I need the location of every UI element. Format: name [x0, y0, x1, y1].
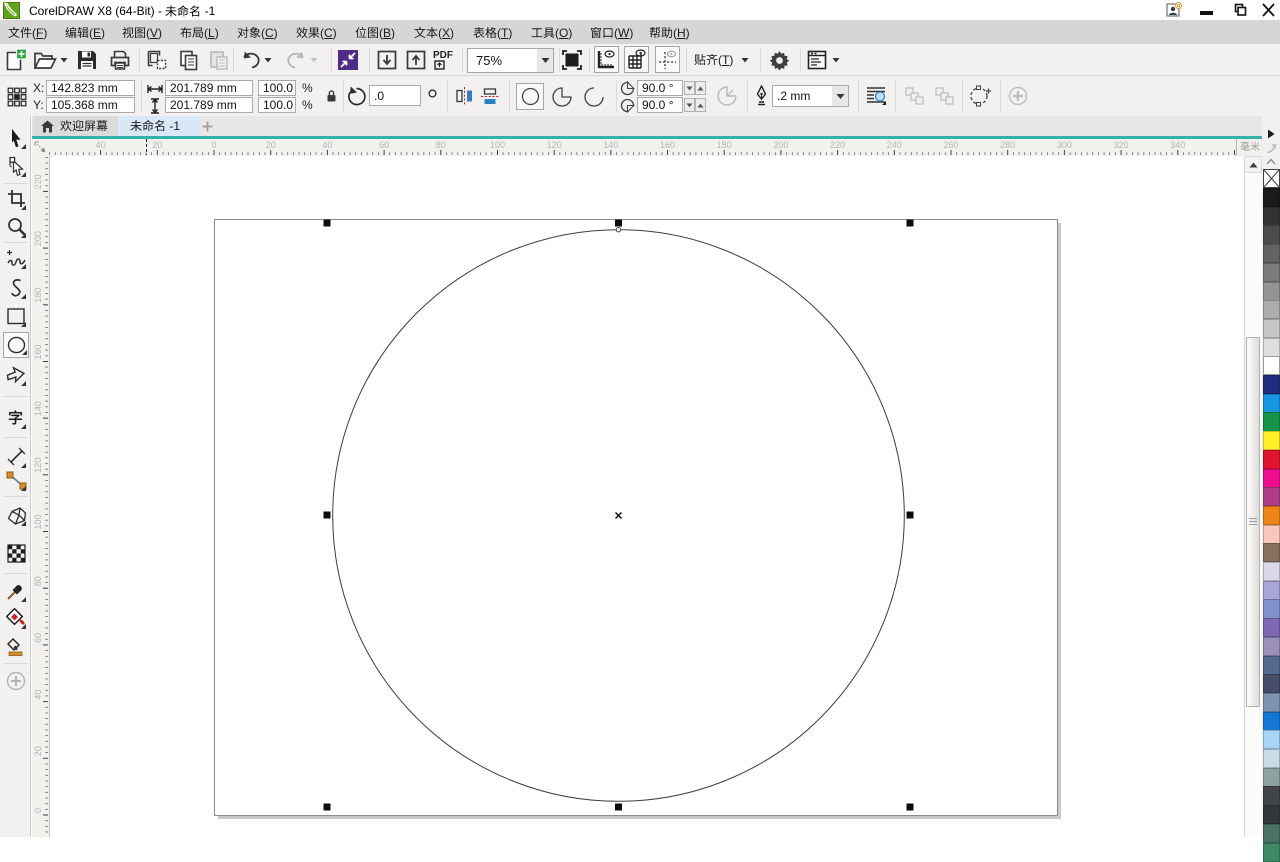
svg-text:140: 140: [603, 140, 618, 150]
svg-text:PDF: PDF: [433, 50, 453, 61]
svg-text:140: 140: [33, 401, 43, 416]
svg-text:220: 220: [33, 174, 43, 189]
svg-text:80: 80: [436, 140, 446, 150]
svg-text:80: 80: [33, 576, 43, 586]
svg-text:40: 40: [96, 140, 106, 150]
svg-text:200: 200: [33, 231, 43, 246]
svg-text:160: 160: [660, 140, 675, 150]
svg-text:0: 0: [33, 808, 43, 813]
svg-text:320: 320: [1114, 140, 1129, 150]
svg-text:20: 20: [266, 140, 276, 150]
svg-text:60: 60: [379, 140, 389, 150]
svg-text:20: 20: [33, 746, 43, 756]
svg-text:100: 100: [33, 514, 43, 529]
svg-text:200: 200: [773, 140, 788, 150]
svg-text:40: 40: [33, 690, 43, 700]
svg-text:120: 120: [33, 458, 43, 473]
svg-text:0: 0: [211, 140, 216, 150]
svg-text:40: 40: [322, 140, 332, 150]
svg-text:240: 240: [887, 140, 902, 150]
svg-text:300: 300: [1057, 140, 1072, 150]
svg-text:340: 340: [1170, 140, 1185, 150]
svg-text:120: 120: [547, 140, 562, 150]
svg-text:20: 20: [152, 140, 162, 150]
svg-text:60: 60: [33, 633, 43, 643]
svg-text:260: 260: [943, 140, 958, 150]
svg-text:280: 280: [1000, 140, 1015, 150]
svg-text:220: 220: [830, 140, 845, 150]
svg-text:100: 100: [490, 140, 505, 150]
svg-text:180: 180: [717, 140, 732, 150]
svg-text:180: 180: [33, 288, 43, 303]
svg-text:160: 160: [33, 344, 43, 359]
